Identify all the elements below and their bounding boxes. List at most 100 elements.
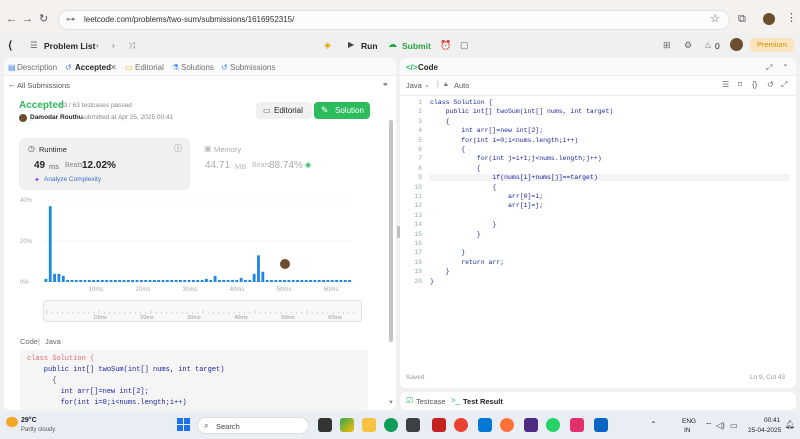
chart-bar[interactable]	[109, 279, 113, 282]
vscode-icon[interactable]	[478, 418, 492, 432]
tab-editorial[interactable]: Editorial	[135, 63, 164, 72]
code-line[interactable]: {	[430, 184, 496, 191]
bookmark-icon[interactable]: ⌑	[738, 80, 742, 89]
maximize-icon[interactable]: ⤢	[766, 63, 772, 73]
chart-bar[interactable]	[270, 279, 273, 282]
chart-bar[interactable]	[57, 273, 61, 282]
input-region[interactable]: IN	[684, 427, 691, 434]
chart-bar[interactable]	[343, 279, 347, 282]
chart-bar[interactable]	[205, 278, 208, 282]
chart-bar[interactable]	[196, 279, 200, 282]
code-line[interactable]: {	[430, 118, 450, 125]
tab-test-result[interactable]: Test Result	[463, 397, 503, 406]
all-submissions-link[interactable]: All Submissions	[17, 81, 70, 90]
file-explorer-icon[interactable]	[362, 418, 376, 432]
chart-bar[interactable]	[152, 279, 156, 282]
code-line[interactable]: }	[430, 249, 465, 256]
share-link-icon[interactable]: ⚭	[382, 80, 389, 89]
chart-bar[interactable]	[161, 279, 165, 282]
tab-accepted[interactable]: Accepted	[75, 63, 111, 72]
shuffle-icon[interactable]: ⤨	[128, 40, 135, 51]
user-avatar[interactable]	[730, 38, 743, 51]
chart-bar[interactable]	[296, 279, 299, 282]
code-line[interactable]: arr[1]=j;	[430, 202, 543, 209]
chart-bar[interactable]	[139, 279, 143, 282]
chart-bar[interactable]	[213, 275, 217, 282]
run-button[interactable]: Run	[361, 41, 378, 51]
chart-bar[interactable]	[170, 279, 174, 282]
chart-bar[interactable]	[148, 279, 152, 282]
code-line[interactable]: if(nums[i]+nums[j]==target)	[430, 174, 790, 182]
extensions-icon[interactable]: ⧉	[738, 14, 746, 25]
chart-bar[interactable]	[200, 279, 204, 282]
panel-resize-handle[interactable]	[397, 226, 400, 238]
chart-bar[interactable]	[87, 279, 91, 282]
chart-bar[interactable]	[157, 279, 161, 282]
eclipse-icon[interactable]	[524, 418, 538, 432]
code-line[interactable]: }	[430, 278, 434, 285]
notes-icon[interactable]: ▢	[460, 40, 469, 51]
code-line[interactable]: for(int j=i+1;j<nums.length;j++)	[430, 155, 602, 162]
chart-bar[interactable]	[252, 273, 256, 282]
memory-card[interactable]: ▣ Memory 44.71 MB Beats 88.74% ◉	[198, 138, 358, 190]
chart-bar[interactable]	[239, 277, 243, 282]
chart-bar[interactable]	[222, 279, 226, 282]
chart-bar[interactable]	[291, 279, 295, 282]
chart-bar[interactable]	[178, 279, 182, 282]
chart-bar[interactable]	[100, 279, 104, 282]
tab-code[interactable]: Code	[418, 63, 438, 72]
chart-bar[interactable]	[335, 279, 338, 282]
chart-bar[interactable]	[131, 279, 135, 282]
chart-bar[interactable]	[92, 279, 96, 282]
clock-time[interactable]: 00:41	[764, 417, 780, 424]
code-line[interactable]: }	[430, 231, 481, 238]
tab-solutions[interactable]: Solutions	[181, 63, 214, 72]
firefox-icon[interactable]	[500, 418, 514, 432]
task-view-icon[interactable]	[318, 418, 332, 432]
bookmark-star-icon[interactable]: ☆	[710, 14, 720, 25]
chart-bar[interactable]	[231, 279, 234, 282]
editorial-button[interactable]: ▭ Editorial	[256, 102, 312, 119]
chart-bar[interactable]	[113, 279, 117, 282]
chart-bar[interactable]	[209, 279, 213, 282]
tab-submissions[interactable]: Submissions	[230, 63, 275, 72]
chart-bar[interactable]	[174, 279, 178, 282]
profile-avatar[interactable]	[763, 13, 775, 25]
language-chevron-icon[interactable]: ⌄	[424, 81, 430, 89]
chart-bar[interactable]	[187, 279, 191, 282]
chart-bar[interactable]	[261, 271, 265, 282]
timer-icon[interactable]: ⏰	[440, 40, 451, 51]
language-select[interactable]: Java	[406, 81, 422, 90]
instagram-icon[interactable]	[570, 418, 584, 432]
taskbar-search[interactable]: ⌕ Search	[197, 417, 309, 434]
tab-testcase[interactable]: Testcase	[416, 397, 446, 406]
chart-bar[interactable]	[287, 279, 291, 282]
chart-bar[interactable]	[226, 279, 230, 282]
chart-bar[interactable]	[348, 279, 351, 282]
username[interactable]: Damodar Routhu	[30, 114, 83, 121]
streak-fire-icon[interactable]: ♨	[704, 40, 712, 51]
tab-description[interactable]: Description	[17, 63, 57, 72]
site-info-icon[interactable]: ⊶	[66, 14, 75, 25]
prev-problem-icon[interactable]: ‹	[96, 40, 99, 50]
chart-bar[interactable]	[135, 279, 139, 282]
chart-bar[interactable]	[330, 279, 334, 282]
chart-bar[interactable]	[235, 279, 239, 282]
reset-icon[interactable]: ↺	[767, 80, 774, 89]
layout-icon[interactable]: ⊞	[663, 40, 671, 51]
chart-bar[interactable]	[70, 279, 74, 282]
chart-bar[interactable]	[326, 279, 330, 282]
solution-button[interactable]: ✎ Solution	[314, 102, 370, 119]
left-scrollbar[interactable]	[389, 120, 393, 342]
braces-icon[interactable]: {}	[752, 80, 757, 89]
auto-mode[interactable]: Auto	[454, 81, 469, 90]
code-line[interactable]: {	[430, 165, 481, 172]
info-icon[interactable]: ⓘ	[174, 143, 182, 154]
chart-bar[interactable]	[53, 273, 57, 282]
browser-menu-icon[interactable]: ⋮	[786, 13, 797, 24]
code-line[interactable]: {	[430, 146, 465, 153]
analyze-complexity-link[interactable]: Analyze Complexity	[44, 176, 101, 183]
premium-button[interactable]: Premium	[750, 38, 794, 52]
chart-bar[interactable]	[278, 279, 282, 282]
settings-gear-icon[interactable]: ⚙	[684, 40, 692, 51]
